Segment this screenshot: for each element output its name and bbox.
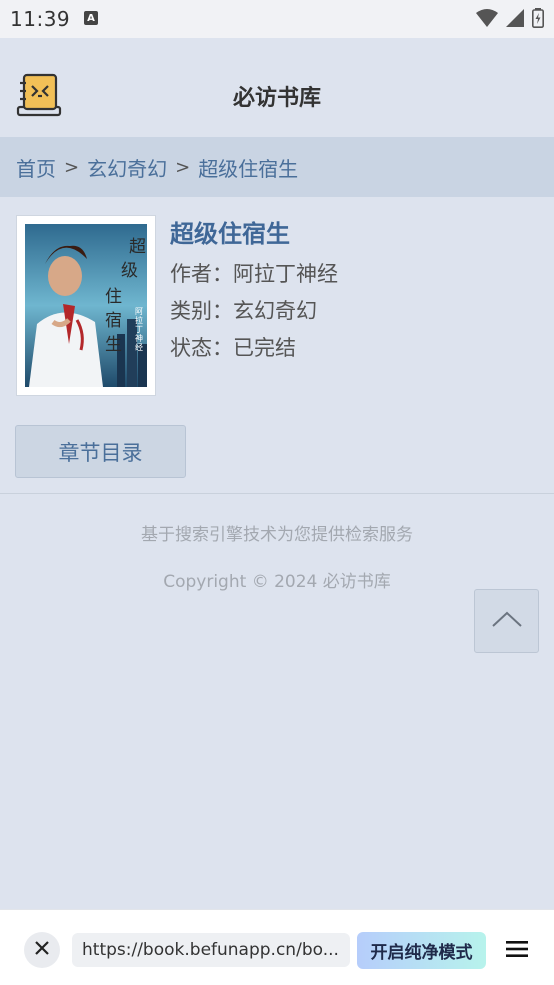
breadcrumb-home[interactable]: 首页 <box>16 153 56 182</box>
cover-title-char: 级 <box>121 261 138 281</box>
breadcrumb-category[interactable]: 玄幻奇幻 <box>87 153 167 182</box>
menu-icon <box>506 940 528 962</box>
divider <box>0 493 554 494</box>
breadcrumb-separator: > <box>64 156 80 178</box>
back-to-top-button[interactable] <box>474 589 539 653</box>
wifi-icon <box>476 9 498 31</box>
status-bar: 11:39 A <box>0 0 554 38</box>
footer-tagline: 基于搜索引擎技术为您提供检索服务 <box>141 525 413 545</box>
cover-title-char: 超 <box>129 237 146 257</box>
book-cover[interactable]: 超 级 住 宿 生 阿 拉 丁 神 经 <box>16 215 156 396</box>
chapter-list-button[interactable]: 章节目录 <box>15 425 186 478</box>
book-category: 类别：玄幻奇幻 <box>170 299 317 323</box>
close-icon <box>34 940 50 960</box>
cover-author-char: 神 <box>135 333 143 343</box>
chevron-up-icon <box>491 610 523 632</box>
footer-copyright: Copyright © 2024 必访书库 <box>163 572 391 592</box>
signal-icon <box>506 9 524 31</box>
cover-author-char: 拉 <box>135 315 143 325</box>
book-cover-image: 超 级 住 宿 生 阿 拉 丁 神 经 <box>25 224 147 387</box>
notification-icon: A <box>84 11 98 25</box>
battery-icon <box>532 8 544 32</box>
cover-author-char: 阿 <box>135 307 143 316</box>
browser-bottom-bar: https://book.befunapp.cn/bo... 开启纯净模式 <box>0 909 554 985</box>
book-author: 作者：阿拉丁神经 <box>170 262 338 286</box>
book-title[interactable]: 超级住宿生 <box>170 214 290 249</box>
menu-button[interactable] <box>502 936 532 966</box>
cover-author-char: 丁 <box>135 325 143 334</box>
url-field[interactable]: https://book.befunapp.cn/bo... <box>72 933 350 967</box>
site-title: 必访书库 <box>232 86 321 111</box>
status-icons <box>476 8 544 32</box>
cover-title-char: 生 <box>105 335 122 355</box>
cover-title-char: 宿 <box>105 311 122 331</box>
breadcrumb-separator: > <box>175 156 191 178</box>
breadcrumb-book[interactable]: 超级住宿生 <box>198 153 298 182</box>
close-button[interactable] <box>24 932 60 968</box>
cover-author-char: 经 <box>135 342 143 352</box>
pure-mode-button[interactable]: 开启纯净模式 <box>357 932 486 969</box>
book-status: 状态：已完结 <box>170 336 296 360</box>
breadcrumb: 首页 > 玄幻奇幻 > 超级住宿生 <box>0 137 554 197</box>
site-header: 必访书库 <box>0 53 554 137</box>
status-time: 11:39 <box>10 7 71 31</box>
cover-title-char: 住 <box>105 287 122 307</box>
